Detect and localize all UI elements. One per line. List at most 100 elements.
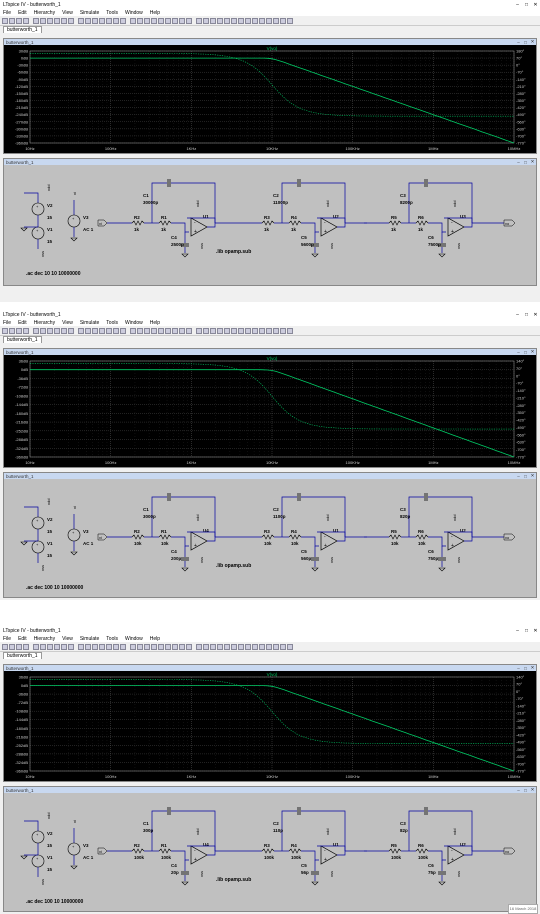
toolbar-button-icon[interactable] (231, 327, 237, 334)
toolbar-button-icon[interactable] (92, 17, 98, 24)
toolbar-button-icon[interactable] (224, 327, 230, 334)
toolbar-button-icon[interactable] (68, 17, 74, 24)
toolbar-button-icon[interactable] (99, 643, 105, 650)
toolbar-button-icon[interactable] (179, 643, 185, 650)
toolbar-button-icon[interactable] (217, 17, 223, 24)
menu-help[interactable]: Help (150, 10, 160, 16)
toolbar-button-icon[interactable] (23, 327, 29, 334)
menu-window[interactable]: Window (125, 10, 143, 16)
toolbar-button-icon[interactable] (287, 643, 293, 650)
toolbar-button-icon[interactable] (33, 327, 39, 334)
menu-file[interactable]: File (3, 636, 11, 642)
toolbar-button-icon[interactable] (238, 327, 244, 334)
toolbar-button-icon[interactable] (137, 327, 143, 334)
maximize-button[interactable]: □ (522, 2, 531, 8)
toolbar-button-icon[interactable] (158, 643, 164, 650)
restore-icon[interactable]: □ (522, 474, 529, 479)
toolbar-button-icon[interactable] (273, 643, 279, 650)
toolbar-button-icon[interactable] (252, 327, 258, 334)
toolbar-button-icon[interactable] (179, 327, 185, 334)
toolbar-button-icon[interactable] (137, 17, 143, 24)
toolbar-button-icon[interactable] (196, 327, 202, 334)
toolbar-button-icon[interactable] (106, 327, 112, 334)
schematic[interactable]: + V2 15 + V1 15 vdd vss + V3 AC 1 vi vi R2 100k R1 100k C… (4, 793, 536, 911)
toolbar-button-icon[interactable] (186, 17, 192, 24)
toolbar-button-icon[interactable] (280, 643, 286, 650)
toolbar-button-icon[interactable] (259, 643, 265, 650)
toolbar-button-icon[interactable] (92, 643, 98, 650)
minimize-icon[interactable]: – (515, 350, 522, 355)
toolbar-button-icon[interactable] (165, 643, 171, 650)
toolbar-button-icon[interactable] (54, 643, 60, 650)
toolbar-button-icon[interactable] (172, 643, 178, 650)
close-button[interactable]: ✕ (531, 628, 540, 634)
toolbar-button-icon[interactable] (113, 17, 119, 24)
toolbar-button-icon[interactable] (217, 327, 223, 334)
toolbar-button-icon[interactable] (245, 17, 251, 24)
toolbar-button-icon[interactable] (120, 17, 126, 24)
toolbar-button-icon[interactable] (40, 327, 46, 334)
toolbar-button-icon[interactable] (99, 327, 105, 334)
close-button[interactable]: ✕ (531, 2, 540, 8)
menu-simulate[interactable]: Simulate (80, 636, 99, 642)
restore-icon[interactable]: □ (522, 40, 529, 45)
minimize-icon[interactable]: – (515, 474, 522, 479)
schematic[interactable]: + V2 15 + V1 15 vdd vss + V3 AC 1 vi vi R2 1k R1 1k C1 300… (4, 165, 536, 285)
toolbar-button-icon[interactable] (85, 327, 91, 334)
toolbar-button-icon[interactable] (2, 327, 8, 334)
tab-butterworth[interactable]: butterworth_1 (3, 652, 42, 659)
toolbar-button-icon[interactable] (23, 17, 29, 24)
toolbar-button-icon[interactable] (165, 17, 171, 24)
menu-help[interactable]: Help (150, 320, 160, 326)
toolbar-button-icon[interactable] (203, 327, 209, 334)
toolbar-button-icon[interactable] (23, 643, 29, 650)
toolbar-button-icon[interactable] (85, 643, 91, 650)
toolbar-button-icon[interactable] (280, 327, 286, 334)
toolbar-button-icon[interactable] (16, 17, 22, 24)
bode-plot[interactable]: V(vo) 36dB 0dB -36dB -72dB -108dB -144dB -180dB… (4, 671, 536, 781)
toolbar-button-icon[interactable] (61, 17, 67, 24)
toolbar-button-icon[interactable] (106, 643, 112, 650)
menu-view[interactable]: View (62, 320, 73, 326)
toolbar-button-icon[interactable] (151, 643, 157, 650)
toolbar-button-icon[interactable] (266, 17, 272, 24)
toolbar-button-icon[interactable] (273, 327, 279, 334)
toolbar-button-icon[interactable] (106, 17, 112, 24)
minimize-icon[interactable]: – (515, 666, 522, 671)
maximize-button[interactable]: □ (522, 312, 531, 318)
bode-plot[interactable]: V(vo) 30dB 0dB -30dB -60dB -90dB -120dB -150dB -… (4, 45, 536, 153)
toolbar-button-icon[interactable] (113, 327, 119, 334)
toolbar-button-icon[interactable] (144, 643, 150, 650)
toolbar-button-icon[interactable] (99, 17, 105, 24)
toolbar-button-icon[interactable] (68, 643, 74, 650)
toolbar-button-icon[interactable] (238, 17, 244, 24)
toolbar-button-icon[interactable] (224, 17, 230, 24)
toolbar-button-icon[interactable] (78, 643, 84, 650)
toolbar-button-icon[interactable] (172, 327, 178, 334)
menu-tools[interactable]: Tools (106, 10, 118, 16)
toolbar-button-icon[interactable] (186, 643, 192, 650)
toolbar-button-icon[interactable] (238, 643, 244, 650)
minimize-icon[interactable]: – (515, 40, 522, 45)
toolbar-button-icon[interactable] (280, 17, 286, 24)
minimize-icon[interactable]: – (515, 788, 522, 793)
menu-window[interactable]: Window (125, 636, 143, 642)
maximize-button[interactable]: □ (522, 628, 531, 634)
toolbar-button-icon[interactable] (137, 643, 143, 650)
toolbar-button-icon[interactable] (120, 327, 126, 334)
toolbar-button-icon[interactable] (172, 17, 178, 24)
bode-plot[interactable]: V(vo) 36dB 0dB -36dB -72dB -108dB -144dB -180dB… (4, 355, 536, 467)
toolbar-button-icon[interactable] (9, 643, 15, 650)
menu-view[interactable]: View (62, 636, 73, 642)
toolbar-button-icon[interactable] (130, 327, 136, 334)
toolbar-button-icon[interactable] (217, 643, 223, 650)
toolbar-button-icon[interactable] (61, 643, 67, 650)
toolbar-button-icon[interactable] (186, 327, 192, 334)
toolbar-button-icon[interactable] (144, 17, 150, 24)
toolbar-button-icon[interactable] (144, 327, 150, 334)
minimize-button[interactable]: – (513, 628, 522, 634)
toolbar-button-icon[interactable] (252, 17, 258, 24)
toolbar-button-icon[interactable] (61, 327, 67, 334)
toolbar-button-icon[interactable] (287, 17, 293, 24)
restore-icon[interactable]: □ (522, 160, 529, 165)
